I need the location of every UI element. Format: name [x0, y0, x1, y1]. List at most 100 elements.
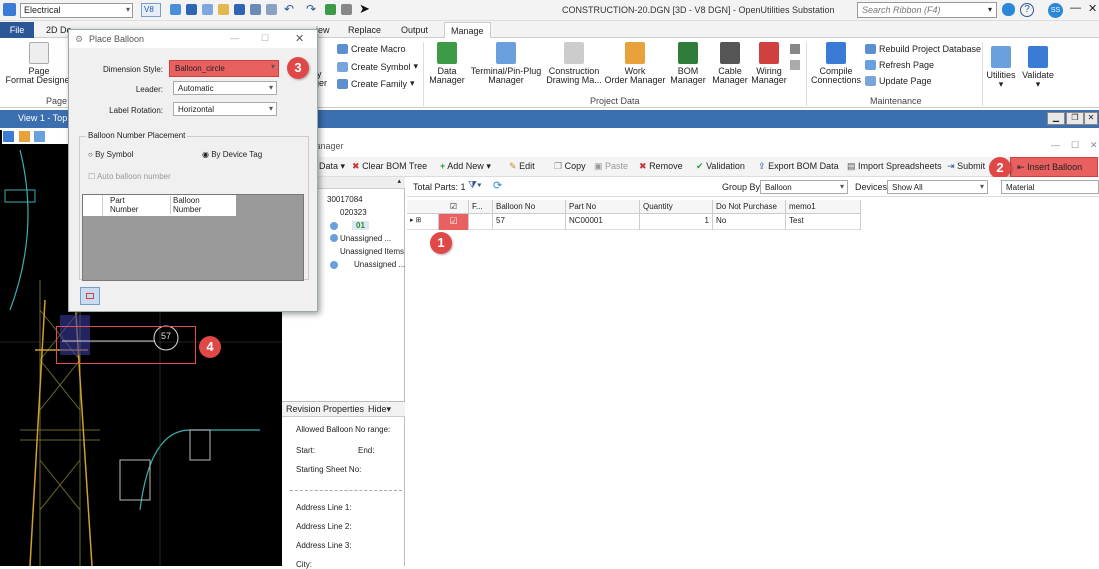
column-header-quantity[interactable]: Quantity — [640, 200, 713, 214]
auto-balloon-checkbox[interactable]: ☐ Auto balloon number — [88, 172, 171, 181]
bom-minimize-icon[interactable]: — — [1051, 140, 1060, 150]
wiring-manager-button[interactable]: Wiring Manager — [750, 42, 788, 85]
pin-icon[interactable] — [325, 4, 336, 15]
copy-icon[interactable] — [250, 4, 261, 15]
data-menu-button[interactable]: Data ▾ — [319, 161, 345, 172]
rebuild-db-button[interactable]: Rebuild Project Database — [865, 44, 981, 54]
column-header-f[interactable]: F... — [469, 200, 493, 214]
dialog-minimize-icon[interactable]: — — [230, 33, 239, 43]
create-symbol-button[interactable]: Create Symbol ▾ — [337, 61, 418, 72]
tab-file[interactable]: File — [0, 22, 34, 38]
user-avatar[interactable]: SS — [1048, 3, 1063, 18]
v8-button[interactable]: V8 — [141, 3, 161, 17]
workspace-select[interactable]: Electrical ▾ — [20, 3, 133, 18]
minimize-button[interactable]: — — [1070, 2, 1081, 14]
new-icon[interactable] — [202, 4, 213, 15]
part-number-column-header[interactable]: Part Number — [110, 196, 138, 214]
pencil-icon[interactable] — [790, 60, 800, 70]
tab-manage[interactable]: Manage — [444, 22, 491, 38]
cell-balloon-no[interactable]: 57 — [493, 214, 566, 230]
select-tool-button[interactable] — [80, 287, 100, 305]
checkbox-column-header[interactable]: ☑ — [439, 200, 469, 214]
row-checkbox[interactable]: ☑ — [439, 214, 469, 230]
clear-bom-tree-button[interactable]: ✖ Clear BOM Tree — [352, 161, 427, 172]
terminal-manager-button[interactable]: Terminal/Pin-Plug Manager — [470, 42, 542, 85]
remove-button[interactable]: ✖ Remove — [639, 161, 683, 172]
tab-output[interactable]: Output — [395, 22, 434, 38]
validate-button[interactable]: Validate ▾ — [1020, 46, 1056, 89]
tree-item[interactable]: 30017084 — [327, 195, 363, 204]
import-spreadsheets-button[interactable]: ▤ Import Spreadsheets — [847, 161, 942, 172]
tree-item[interactable]: Unassigned ... — [340, 234, 391, 243]
group-by-select[interactable]: Balloon ▾ — [760, 180, 848, 194]
select-cursor-icon[interactable]: ➤ — [359, 1, 370, 17]
data-manager-button[interactable]: Data Manager — [425, 42, 469, 85]
folder-icon[interactable] — [218, 4, 229, 15]
view-restore-button[interactable]: ❐ — [1066, 112, 1084, 125]
tree-collapse-icon[interactable]: ▴ — [397, 177, 401, 185]
tool-icon[interactable] — [790, 44, 800, 54]
undo-icon[interactable]: ↶ — [284, 2, 294, 16]
leader-select[interactable]: Automatic ▾ — [173, 81, 277, 95]
row-expander[interactable]: ▸ ⊞ — [407, 214, 439, 230]
submit-button[interactable]: ⇥ Submit — [947, 161, 985, 172]
cell-do-not-purchase[interactable]: No — [713, 214, 786, 230]
redo-icon[interactable]: ↷ — [306, 2, 316, 16]
view-tool-icon[interactable] — [34, 131, 46, 142]
dialog-maximize-icon[interactable]: ☐ — [261, 33, 269, 44]
column-header-do-not-purchase[interactable]: Do Not Purchase — [713, 200, 786, 214]
construction-drawing-button[interactable]: Construction Drawing Ma... — [545, 42, 603, 85]
material-field[interactable]: Material — [1001, 180, 1099, 194]
table-row[interactable]: ▸ ⊞ ☑ 57 NC00001 1 No Test — [407, 214, 861, 230]
open-icon[interactable] — [170, 4, 181, 15]
paste-button[interactable]: ▣ Paste — [594, 161, 628, 172]
utilities-button[interactable]: Utilities ▾ — [984, 46, 1018, 89]
compile-connections-button[interactable]: Compile Connections — [810, 42, 862, 85]
add-new-button[interactable]: + Add New ▾ — [440, 161, 491, 172]
close-button[interactable]: ✕ — [1088, 2, 1097, 15]
tree-item[interactable]: Unassigned Items — [340, 247, 404, 256]
filter-icon[interactable]: ⧩▾ — [468, 180, 482, 191]
dimension-style-select[interactable]: Balloon_circle ▾ — [169, 60, 279, 77]
paste-icon[interactable] — [266, 4, 277, 15]
hide-button[interactable]: Hide▾ — [368, 404, 391, 415]
view-tool-icon[interactable] — [18, 131, 30, 142]
view-minimize-button[interactable]: ▁ — [1047, 112, 1065, 125]
view-close-button[interactable]: ✕ — [1084, 112, 1098, 125]
update-page-button[interactable]: Update Page — [865, 76, 932, 86]
by-symbol-radio[interactable]: ○ By Symbol — [88, 150, 133, 159]
refresh-icon[interactable]: ⟳ — [493, 179, 502, 192]
view-tool-icon[interactable] — [3, 131, 14, 142]
edit-button[interactable]: ✎ Edit — [509, 161, 535, 172]
refresh-page-button[interactable]: Refresh Page — [865, 60, 934, 70]
column-header-part-no[interactable]: Part No — [566, 200, 640, 214]
help-icon[interactable]: ? — [1020, 3, 1034, 17]
cable-manager-button[interactable]: Cable Manager — [710, 42, 750, 85]
insert-balloon-button[interactable]: ⇤ Insert Balloon — [1010, 157, 1098, 177]
bom-restore-icon[interactable]: ☐ — [1071, 140, 1079, 151]
bom-manager-button[interactable]: BOM Manager — [668, 42, 708, 85]
devices-select[interactable]: Show All ▾ — [887, 180, 988, 194]
create-macro-button[interactable]: Create Macro — [337, 44, 406, 54]
notification-bell-icon[interactable] — [1002, 3, 1015, 16]
search-dropdown-icon[interactable]: ▾ — [988, 5, 992, 14]
dialog-close-icon[interactable]: ✕ — [295, 32, 304, 45]
tree-item-selected[interactable]: 01 — [352, 221, 369, 230]
create-family-button[interactable]: Create Family ▾ — [337, 78, 415, 89]
work-order-button[interactable]: Work Order Manager — [604, 42, 666, 85]
print-icon[interactable] — [341, 4, 352, 15]
save-icon[interactable] — [186, 4, 197, 15]
tree-item[interactable]: Unassigned ... — [354, 260, 405, 269]
validation-button[interactable]: ✔ Validation — [696, 161, 745, 172]
by-device-tag-radio[interactable]: ◉ By Device Tag — [202, 150, 262, 159]
save-all-icon[interactable] — [234, 4, 245, 15]
tab-replace[interactable]: Replace — [342, 22, 387, 38]
cell-part-no[interactable]: NC00001 — [566, 214, 640, 230]
column-header-balloon-no[interactable]: Balloon No — [493, 200, 566, 214]
export-bom-button[interactable]: ⇪ Export BOM Data — [758, 161, 839, 172]
copy-button[interactable]: ❐ Copy — [554, 161, 586, 172]
cell-memo1[interactable]: Test — [786, 214, 861, 230]
column-header-memo1[interactable]: memo1 — [786, 200, 861, 214]
search-ribbon-input[interactable]: Search Ribbon (F4) — [857, 2, 997, 18]
app-icon[interactable] — [3, 3, 16, 16]
